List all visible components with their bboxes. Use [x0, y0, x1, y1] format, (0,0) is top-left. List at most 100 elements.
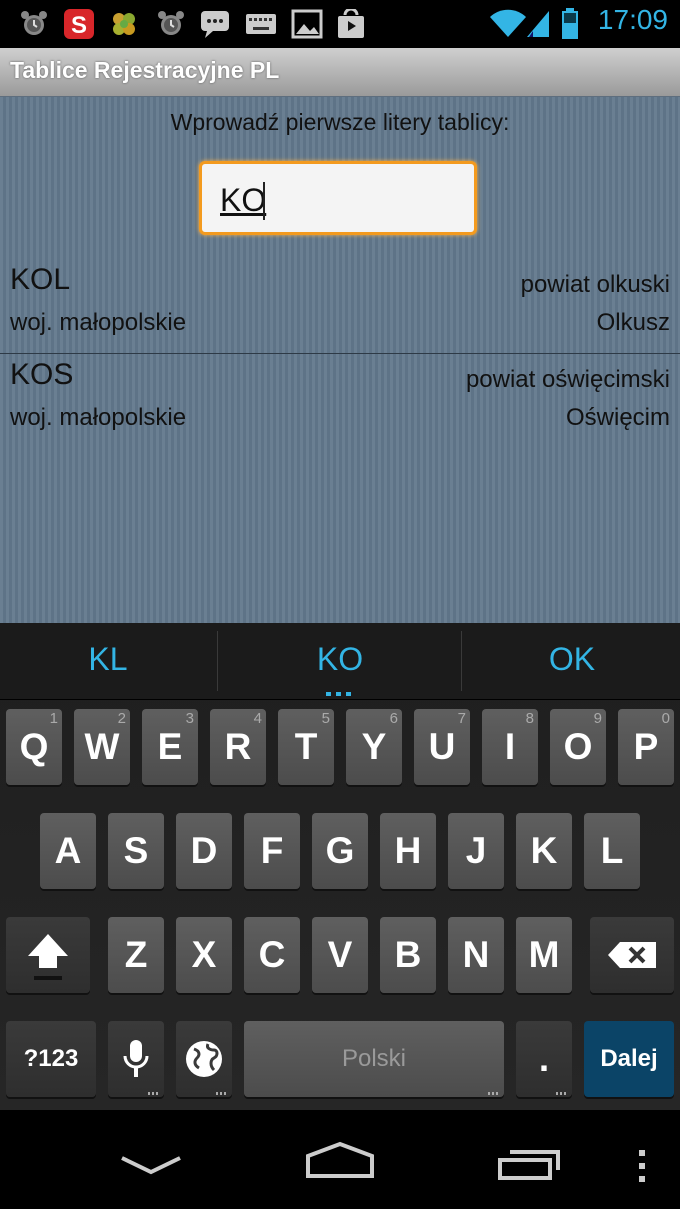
key-label: Dalej: [600, 1045, 658, 1072]
language-key[interactable]: [176, 1021, 232, 1097]
key-y[interactable]: Y6: [346, 709, 402, 785]
play-store-icon: [334, 8, 368, 40]
key-label: K: [530, 830, 558, 871]
key-z[interactable]: Z: [108, 917, 164, 993]
key-label: X: [191, 934, 217, 975]
result-powiat: powiat olkuski: [520, 271, 670, 298]
suggestion-item[interactable]: OK: [492, 641, 652, 678]
key-label: E: [157, 726, 183, 767]
shift-key[interactable]: [6, 917, 90, 993]
key-hint: 4: [253, 710, 262, 727]
key-hint: 5: [321, 710, 330, 727]
suggestion-item[interactable]: KL: [28, 641, 188, 678]
key-hint: 9: [593, 710, 602, 727]
back-icon[interactable]: [118, 1152, 184, 1182]
long-press-indicator: [148, 1092, 160, 1095]
key-label: Polski: [341, 1045, 407, 1072]
action-bar: Tablice Rejestracyjne PL: [0, 48, 680, 97]
key-label: M: [528, 934, 560, 975]
battery-icon: [558, 8, 582, 40]
voice-input-key[interactable]: [108, 1021, 164, 1097]
key-label: L: [600, 830, 624, 871]
result-city: Oświęcim: [565, 404, 670, 431]
key-e[interactable]: E3: [142, 709, 198, 785]
key-t[interactable]: T5: [278, 709, 334, 785]
gallery-icon: [290, 8, 324, 40]
key-label: H: [394, 830, 422, 871]
key-label: P: [633, 726, 659, 767]
result-divider: [0, 353, 680, 354]
key-label: F: [260, 830, 284, 871]
text-cursor: [263, 182, 265, 220]
key-hint: 6: [389, 710, 398, 727]
key-j[interactable]: J: [448, 813, 504, 889]
key-label: N: [462, 934, 490, 975]
key-p[interactable]: P0: [618, 709, 674, 785]
flower-app-icon: [108, 8, 140, 40]
key-label: V: [327, 934, 353, 975]
key-hint: 1: [49, 710, 58, 727]
period-key[interactable]: .: [516, 1021, 572, 1097]
space-key[interactable]: Polski: [244, 1021, 504, 1097]
key-l[interactable]: L: [584, 813, 640, 889]
key-h[interactable]: H: [380, 813, 436, 889]
key-label: Q: [19, 726, 49, 767]
next-key[interactable]: Dalej: [584, 1021, 674, 1097]
plate-input-value: KO: [220, 182, 267, 218]
key-k[interactable]: K: [516, 813, 572, 889]
key-v[interactable]: V: [312, 917, 368, 993]
key-label: B: [394, 934, 422, 975]
key-f[interactable]: F: [244, 813, 300, 889]
key-i[interactable]: I8: [482, 709, 538, 785]
long-press-indicator: [488, 1092, 500, 1095]
key-hint: 0: [661, 710, 670, 727]
recent-apps-icon[interactable]: [496, 1142, 568, 1186]
key-u[interactable]: U7: [414, 709, 470, 785]
key-hint: 3: [185, 710, 194, 727]
suggestion-divider: [217, 631, 218, 691]
message-icon: [198, 8, 232, 40]
key-w[interactable]: W2: [74, 709, 130, 785]
menu-icon[interactable]: [636, 1148, 648, 1188]
suggestion-strip: KL KO OK: [0, 623, 680, 700]
key-s[interactable]: S: [108, 813, 164, 889]
key-label: W: [84, 726, 120, 767]
key-g[interactable]: G: [312, 813, 368, 889]
wifi-icon: [488, 8, 528, 40]
soft-keyboard: KL KO OK Q1 W2 E3 R4 T5 Y6 U7 I8 O9 P0 A…: [0, 623, 680, 1110]
long-press-indicator: [556, 1092, 568, 1095]
key-m[interactable]: M: [516, 917, 572, 993]
key-hint: 8: [525, 710, 534, 727]
key-x[interactable]: X: [176, 917, 232, 993]
key-c[interactable]: C: [244, 917, 300, 993]
plate-search-input[interactable]: KO: [199, 161, 477, 235]
key-label: D: [190, 830, 218, 871]
symbols-key[interactable]: ?123: [6, 1021, 96, 1097]
shift-icon: [28, 934, 68, 980]
key-hint: 7: [457, 710, 466, 727]
key-label: I: [504, 726, 516, 767]
key-n[interactable]: N: [448, 917, 504, 993]
sport-app-icon: S: [62, 8, 96, 40]
prompt-label: Wprowadź pierwsze litery tablicy:: [170, 109, 510, 135]
backspace-key[interactable]: [590, 917, 674, 993]
key-b[interactable]: B: [380, 917, 436, 993]
globe-icon: [186, 1041, 222, 1077]
result-item[interactable]: KOS powiat oświęcimski woj. małopolskie …: [0, 358, 680, 453]
suggestion-item[interactable]: KO: [260, 641, 420, 678]
home-icon[interactable]: [302, 1140, 378, 1184]
key-label: J: [465, 830, 487, 871]
svg-text:S: S: [71, 12, 87, 39]
key-a[interactable]: A: [40, 813, 96, 889]
key-q[interactable]: Q1: [6, 709, 62, 785]
key-r[interactable]: R4: [210, 709, 266, 785]
key-label: Z: [124, 934, 148, 975]
key-label: Y: [361, 726, 387, 767]
key-label: O: [563, 726, 593, 767]
key-o[interactable]: O9: [550, 709, 606, 785]
key-label: C: [258, 934, 286, 975]
keyboard-icon: [244, 8, 278, 40]
backspace-icon: [608, 942, 656, 968]
key-d[interactable]: D: [176, 813, 232, 889]
result-item[interactable]: KOL powiat olkuski woj. małopolskie Olku…: [0, 263, 680, 358]
